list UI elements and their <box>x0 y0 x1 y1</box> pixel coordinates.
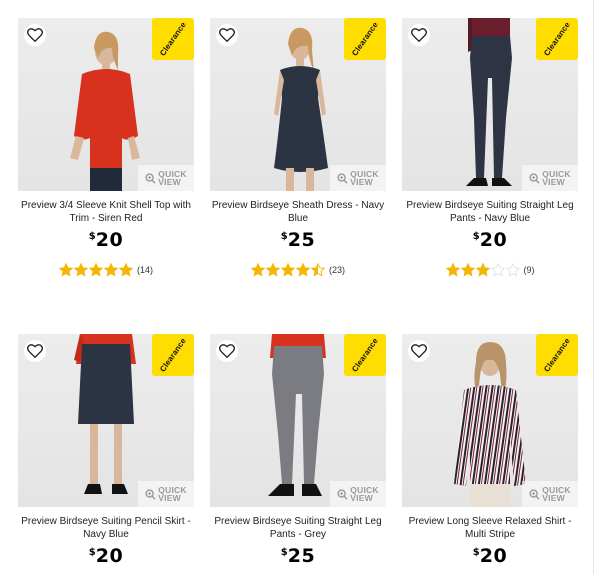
wishlist-heart-icon[interactable] <box>408 340 430 362</box>
product-card[interactable]: Clearance QUICK VIEW Preview Birdseye She… <box>210 18 386 288</box>
star-icon <box>118 263 133 277</box>
stars <box>58 263 133 277</box>
product-price: $20 <box>472 229 508 251</box>
product-name[interactable]: Preview Birdseye Sheath Dress - Navy Blu… <box>210 199 386 225</box>
quick-view-button[interactable]: QUICK VIEW <box>330 165 386 191</box>
clearance-badge: Clearance <box>152 334 194 376</box>
product-image[interactable]: Clearance QUICK VIEW <box>18 18 194 191</box>
quick-view-label: QUICK VIEW <box>158 169 187 187</box>
star-icon <box>88 263 103 277</box>
product-card[interactable]: Clearance QUICK VIEW Preview Birdseye Sui… <box>402 18 578 288</box>
magnifier-plus-icon <box>337 488 348 500</box>
product-card[interactable]: Clearance QUICK VIEW Preview Birdseye Sui… <box>18 334 194 574</box>
product-image[interactable]: Clearance QUICK VIEW <box>210 18 386 191</box>
quick-view-label: QUICK VIEW <box>350 485 379 503</box>
star-icon <box>73 263 88 277</box>
star-rating[interactable]: (14) <box>18 263 194 277</box>
product-price: $20 <box>472 545 508 567</box>
star-icon <box>445 263 460 277</box>
clearance-badge: Clearance <box>536 334 578 376</box>
star-icon <box>103 263 118 277</box>
product-price: $20 <box>88 229 124 251</box>
page-edge-divider <box>593 0 594 574</box>
product-name[interactable]: Preview Birdseye Suiting Straight Leg Pa… <box>402 199 578 225</box>
quick-view-button[interactable]: QUICK VIEW <box>522 165 578 191</box>
product-name[interactable]: Preview 3/4 Sleeve Knit Shell Top with T… <box>18 199 194 225</box>
star-icon <box>295 263 310 277</box>
product-image[interactable]: Clearance QUICK VIEW <box>210 334 386 507</box>
star-icon <box>265 263 280 277</box>
product-name[interactable]: Preview Birdseye Suiting Pencil Skirt - … <box>18 515 194 541</box>
product-name[interactable]: Preview Birdseye Suiting Straight Leg Pa… <box>210 515 386 541</box>
wishlist-heart-icon[interactable] <box>24 340 46 362</box>
review-count: (14) <box>136 265 153 275</box>
star-icon <box>490 263 505 277</box>
stars <box>445 263 520 277</box>
quick-view-button[interactable]: QUICK VIEW <box>138 481 194 507</box>
product-card[interactable]: Clearance QUICK VIEW Preview Birdseye Sui… <box>210 334 386 574</box>
star-icon <box>460 263 475 277</box>
quick-view-button[interactable]: QUICK VIEW <box>522 481 578 507</box>
wishlist-heart-icon[interactable] <box>24 24 46 46</box>
clearance-badge: Clearance <box>536 18 578 60</box>
product-card[interactable]: Clearance QUICK VIEW Preview Long Sleeve … <box>402 334 578 574</box>
magnifier-plus-icon <box>145 488 156 500</box>
star-icon <box>310 263 325 277</box>
product-image[interactable]: Clearance QUICK VIEW <box>18 334 194 507</box>
magnifier-plus-icon <box>529 488 540 500</box>
magnifier-plus-icon <box>337 172 348 184</box>
star-icon <box>58 263 73 277</box>
product-card[interactable]: Clearance QUICK VIEW Preview 3/4 Sleeve K… <box>18 18 194 288</box>
quick-view-label: QUICK VIEW <box>350 169 379 187</box>
quick-view-label: QUICK VIEW <box>158 485 187 503</box>
clearance-badge: Clearance <box>344 334 386 376</box>
product-price: $25 <box>280 229 316 251</box>
stars <box>250 263 325 277</box>
product-grid: Clearance QUICK VIEW Preview 3/4 Sleeve K… <box>0 0 596 574</box>
review-count: (9) <box>523 265 535 275</box>
star-rating[interactable]: (23) <box>210 263 386 277</box>
quick-view-label: QUICK VIEW <box>542 485 571 503</box>
clearance-badge: Clearance <box>152 18 194 60</box>
wishlist-heart-icon[interactable] <box>216 24 238 46</box>
quick-view-button[interactable]: QUICK VIEW <box>330 481 386 507</box>
wishlist-heart-icon[interactable] <box>216 340 238 362</box>
magnifier-plus-icon <box>529 172 540 184</box>
magnifier-plus-icon <box>145 172 156 184</box>
product-name[interactable]: Preview Long Sleeve Relaxed Shirt - Mult… <box>402 515 578 541</box>
wishlist-heart-icon[interactable] <box>408 24 430 46</box>
quick-view-button[interactable]: QUICK VIEW <box>138 165 194 191</box>
clearance-badge: Clearance <box>344 18 386 60</box>
review-count: (23) <box>328 265 345 275</box>
star-icon <box>475 263 490 277</box>
star-icon <box>505 263 520 277</box>
product-price: $20 <box>88 545 124 567</box>
star-icon <box>280 263 295 277</box>
product-price: $25 <box>280 545 316 567</box>
star-icon <box>250 263 265 277</box>
quick-view-label: QUICK VIEW <box>542 169 571 187</box>
star-rating[interactable]: (9) <box>402 263 578 277</box>
product-image[interactable]: Clearance QUICK VIEW <box>402 334 578 507</box>
product-image[interactable]: Clearance QUICK VIEW <box>402 18 578 191</box>
